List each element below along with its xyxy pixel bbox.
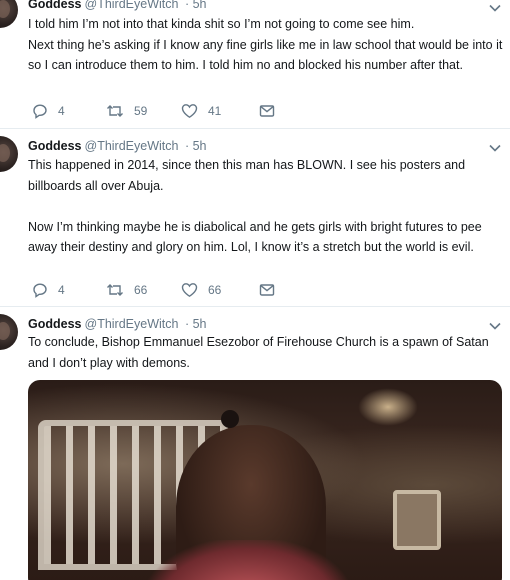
- timestamp[interactable]: · 5h: [185, 0, 207, 11]
- like-icon: [181, 283, 198, 298]
- tweet-divider: [0, 306, 510, 307]
- chevron-down-icon[interactable]: [489, 144, 501, 152]
- timestamp[interactable]: · 5h: [185, 317, 207, 331]
- avatar[interactable]: [0, 136, 18, 172]
- retweet-icon: [107, 105, 123, 117]
- timestamp[interactable]: · 5h: [185, 139, 207, 153]
- display-name[interactable]: Goddess: [28, 317, 82, 331]
- like-button[interactable]: 41: [181, 102, 221, 120]
- direct-message-button[interactable]: [259, 102, 285, 120]
- retweet-count: 59: [134, 104, 148, 118]
- retweet-icon: [107, 284, 123, 296]
- direct-message-button[interactable]: [259, 281, 285, 299]
- like-button[interactable]: 66: [181, 281, 221, 299]
- tweet-text: I told him I’m not into that kinda shit …: [28, 17, 503, 72]
- retweet-button[interactable]: 59: [106, 102, 147, 120]
- reply-button[interactable]: 4: [32, 102, 65, 120]
- tweet-header: Goddess @ThirdEyeWitch · 5h: [28, 0, 207, 12]
- avatar[interactable]: [0, 314, 18, 350]
- media-lamp-glow: [358, 388, 418, 426]
- reply-count: 4: [58, 104, 65, 118]
- tweet-text: This happened in 2014, since then this m…: [28, 158, 482, 254]
- tweet-text: To conclude, Bishop Emmanuel Esezobor of…: [28, 335, 489, 370]
- tweet-header: Goddess @ThirdEyeWitch · 5h: [28, 316, 207, 332]
- tweet-actions: 4 59 41: [28, 102, 328, 120]
- tweet-header: Goddess @ThirdEyeWitch · 5h: [28, 138, 207, 154]
- reply-count: 4: [58, 283, 65, 297]
- avatar[interactable]: [0, 0, 18, 28]
- media-hair-bun: [221, 410, 239, 428]
- like-icon: [181, 104, 198, 119]
- username[interactable]: @ThirdEyeWitch: [85, 317, 179, 331]
- reply-icon: [33, 283, 47, 298]
- chevron-down-icon[interactable]: [489, 322, 501, 330]
- media-clothing: [148, 540, 348, 580]
- like-count: 66: [208, 283, 222, 297]
- chevron-down-icon[interactable]: [489, 4, 501, 12]
- retweet-count: 66: [134, 283, 148, 297]
- reply-icon: [33, 104, 47, 119]
- username[interactable]: @ThirdEyeWitch: [85, 139, 179, 153]
- message-icon: [259, 105, 275, 117]
- tweet-divider: [0, 128, 510, 129]
- tweet-media-image[interactable]: [28, 380, 502, 580]
- display-name[interactable]: Goddess: [28, 0, 82, 11]
- tweet-actions: 4 66 66: [28, 281, 328, 299]
- username[interactable]: @ThirdEyeWitch: [85, 0, 179, 11]
- retweet-button[interactable]: 66: [106, 281, 147, 299]
- like-count: 41: [208, 104, 222, 118]
- message-icon: [259, 284, 275, 296]
- media-picture-frame: [393, 490, 441, 550]
- display-name[interactable]: Goddess: [28, 139, 82, 153]
- reply-button[interactable]: 4: [32, 281, 65, 299]
